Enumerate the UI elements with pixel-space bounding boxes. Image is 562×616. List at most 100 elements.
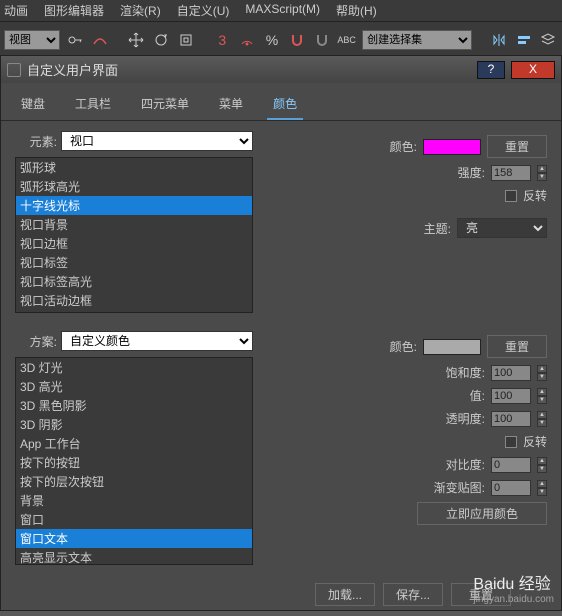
move-icon[interactable] xyxy=(127,29,146,51)
list-item[interactable]: 视口活动边框 xyxy=(16,291,252,310)
color2-swatch[interactable] xyxy=(423,339,481,355)
abc-icon[interactable]: ABC xyxy=(337,29,356,51)
reset-all-button[interactable]: 重置 xyxy=(451,583,511,606)
theme-combo[interactable]: 亮 xyxy=(457,218,547,238)
list-item[interactable]: 十字线光标 xyxy=(16,196,252,215)
close-button[interactable]: X xyxy=(511,61,555,79)
transparency-label: 透明度: xyxy=(446,410,485,427)
dialog-titlebar: 自定义用户界面 ? X xyxy=(1,56,561,83)
color-swatch[interactable] xyxy=(423,139,481,155)
list-item[interactable]: 背景 xyxy=(16,491,252,510)
menu-render[interactable]: 渲染(R) xyxy=(120,2,161,19)
apply-now-button[interactable]: 立即应用颜色 xyxy=(417,502,547,525)
list-item[interactable]: 按下的层次按钮 xyxy=(16,472,252,491)
elements-combo[interactable]: 视口 xyxy=(61,131,253,151)
list-item[interactable]: 窗口 xyxy=(16,510,252,529)
invert2-checkbox[interactable] xyxy=(505,436,517,448)
spin-up-icon[interactable]: ▲ xyxy=(537,480,547,488)
tab-toolbar[interactable]: 工具栏 xyxy=(69,91,117,120)
invert-checkbox[interactable] xyxy=(505,190,517,202)
scale-icon[interactable] xyxy=(177,29,196,51)
list-item[interactable]: 3D 阴影 xyxy=(16,415,252,434)
list-item[interactable]: 窗口文本 xyxy=(16,529,252,548)
rotate-icon[interactable] xyxy=(152,29,171,51)
snap-percent-icon[interactable]: % xyxy=(263,29,282,51)
list-item[interactable]: 视口剪切 xyxy=(16,310,252,313)
view-select[interactable]: 视图 xyxy=(4,30,60,50)
selection-set-select[interactable]: 创建选择集 xyxy=(362,30,472,50)
contrast-spinner[interactable] xyxy=(491,457,531,473)
tab-quadmenu[interactable]: 四元菜单 xyxy=(135,91,195,120)
saturation-label: 饱和度: xyxy=(446,364,485,381)
help-button[interactable]: ? xyxy=(477,61,505,79)
save-button[interactable]: 保存... xyxy=(383,583,443,606)
list-item[interactable]: 3D 黑色阴影 xyxy=(16,396,252,415)
color-label: 颜色: xyxy=(390,138,417,155)
spin-down-icon[interactable]: ▼ xyxy=(537,419,547,427)
reset2-button[interactable]: 重置 xyxy=(487,335,547,358)
saturation-spinner[interactable] xyxy=(491,365,531,381)
list-item[interactable]: 弧形球 xyxy=(16,158,252,177)
spin-up-icon[interactable]: ▲ xyxy=(537,388,547,396)
snap-magnet2-icon[interactable] xyxy=(312,29,331,51)
menu-help[interactable]: 帮助(H) xyxy=(336,2,377,19)
curve-icon[interactable] xyxy=(91,29,110,51)
spin-down-icon[interactable]: ▼ xyxy=(537,465,547,473)
snap3-icon[interactable]: 3 xyxy=(213,29,232,51)
tab-colors[interactable]: 颜色 xyxy=(267,91,303,120)
mirror-icon[interactable] xyxy=(489,29,508,51)
spin-up-icon[interactable]: ▲ xyxy=(537,365,547,373)
list-item[interactable]: App 工作台 xyxy=(16,434,252,453)
toolbar: 视图 3 % ABC 创建选择集 xyxy=(0,22,562,58)
scheme-listbox[interactable]: 3D 灯光3D 高光3D 黑色阴影3D 阴影App 工作台按下的按钮按下的层次按… xyxy=(15,357,253,565)
contrast-label: 对比度: xyxy=(446,456,485,473)
invert-label: 反转 xyxy=(523,187,547,204)
value-spinner[interactable] xyxy=(491,388,531,404)
gradient-label: 渐变贴图: xyxy=(434,479,485,496)
tab-menu[interactable]: 菜单 xyxy=(213,91,249,120)
spin-up-icon[interactable]: ▲ xyxy=(537,165,547,173)
intensity-spinner[interactable] xyxy=(491,165,531,181)
menubar: 动画 图形编辑器 渲染(R) 自定义(U) MAXScript(M) 帮助(H) xyxy=(0,0,562,22)
list-item[interactable]: 弧形球高光 xyxy=(16,177,252,196)
layers-icon[interactable] xyxy=(539,29,558,51)
theme-label: 主题: xyxy=(424,220,451,237)
scheme-combo[interactable]: 自定义颜色 xyxy=(61,331,253,351)
value-label: 值: xyxy=(470,387,485,404)
spin-down-icon[interactable]: ▼ xyxy=(537,488,547,496)
menu-customize[interactable]: 自定义(U) xyxy=(177,2,230,19)
list-item[interactable]: 视口标签高光 xyxy=(16,272,252,291)
list-item[interactable]: 视口背景 xyxy=(16,215,252,234)
snap-angle-icon[interactable] xyxy=(238,29,257,51)
tab-keyboard[interactable]: 键盘 xyxy=(15,91,51,120)
gradient-spinner[interactable] xyxy=(491,480,531,496)
align-icon[interactable] xyxy=(514,29,533,51)
list-item[interactable]: 视口边框 xyxy=(16,234,252,253)
reset-button[interactable]: 重置 xyxy=(487,135,547,158)
load-button[interactable]: 加载... xyxy=(315,583,375,606)
list-item[interactable]: 3D 灯光 xyxy=(16,358,252,377)
spin-down-icon[interactable]: ▼ xyxy=(537,396,547,404)
snap-magnet-icon[interactable] xyxy=(287,29,306,51)
menu-anim[interactable]: 动画 xyxy=(4,2,28,19)
list-item[interactable]: 按下的按钮 xyxy=(16,453,252,472)
invert2-label: 反转 xyxy=(523,433,547,450)
menu-maxscript[interactable]: MAXScript(M) xyxy=(245,2,320,19)
list-item[interactable]: 3D 高光 xyxy=(16,377,252,396)
spin-up-icon[interactable]: ▲ xyxy=(537,457,547,465)
tabs: 键盘 工具栏 四元菜单 菜单 颜色 xyxy=(1,83,561,121)
list-item[interactable]: 高亮显示文本 xyxy=(16,548,252,565)
menu-graph[interactable]: 图形编辑器 xyxy=(44,2,104,19)
transparency-spinner[interactable] xyxy=(491,411,531,427)
list-item[interactable]: 视口标签 xyxy=(16,253,252,272)
dialog-title: 自定义用户界面 xyxy=(27,60,118,79)
elements-label: 元素: xyxy=(15,133,61,150)
spin-down-icon[interactable]: ▼ xyxy=(537,173,547,181)
key-icon[interactable] xyxy=(66,29,85,51)
elements-listbox[interactable]: 弧形球弧形球高光十字线光标视口背景视口边框视口标签视口标签高光视口活动边框视口剪… xyxy=(15,157,253,313)
intensity-label: 强度: xyxy=(458,164,485,181)
spin-down-icon[interactable]: ▼ xyxy=(537,373,547,381)
customize-ui-dialog: 自定义用户界面 ? X 键盘 工具栏 四元菜单 菜单 颜色 元素: 视口 弧形球… xyxy=(0,55,562,611)
dialog-icon xyxy=(7,63,21,77)
spin-up-icon[interactable]: ▲ xyxy=(537,411,547,419)
